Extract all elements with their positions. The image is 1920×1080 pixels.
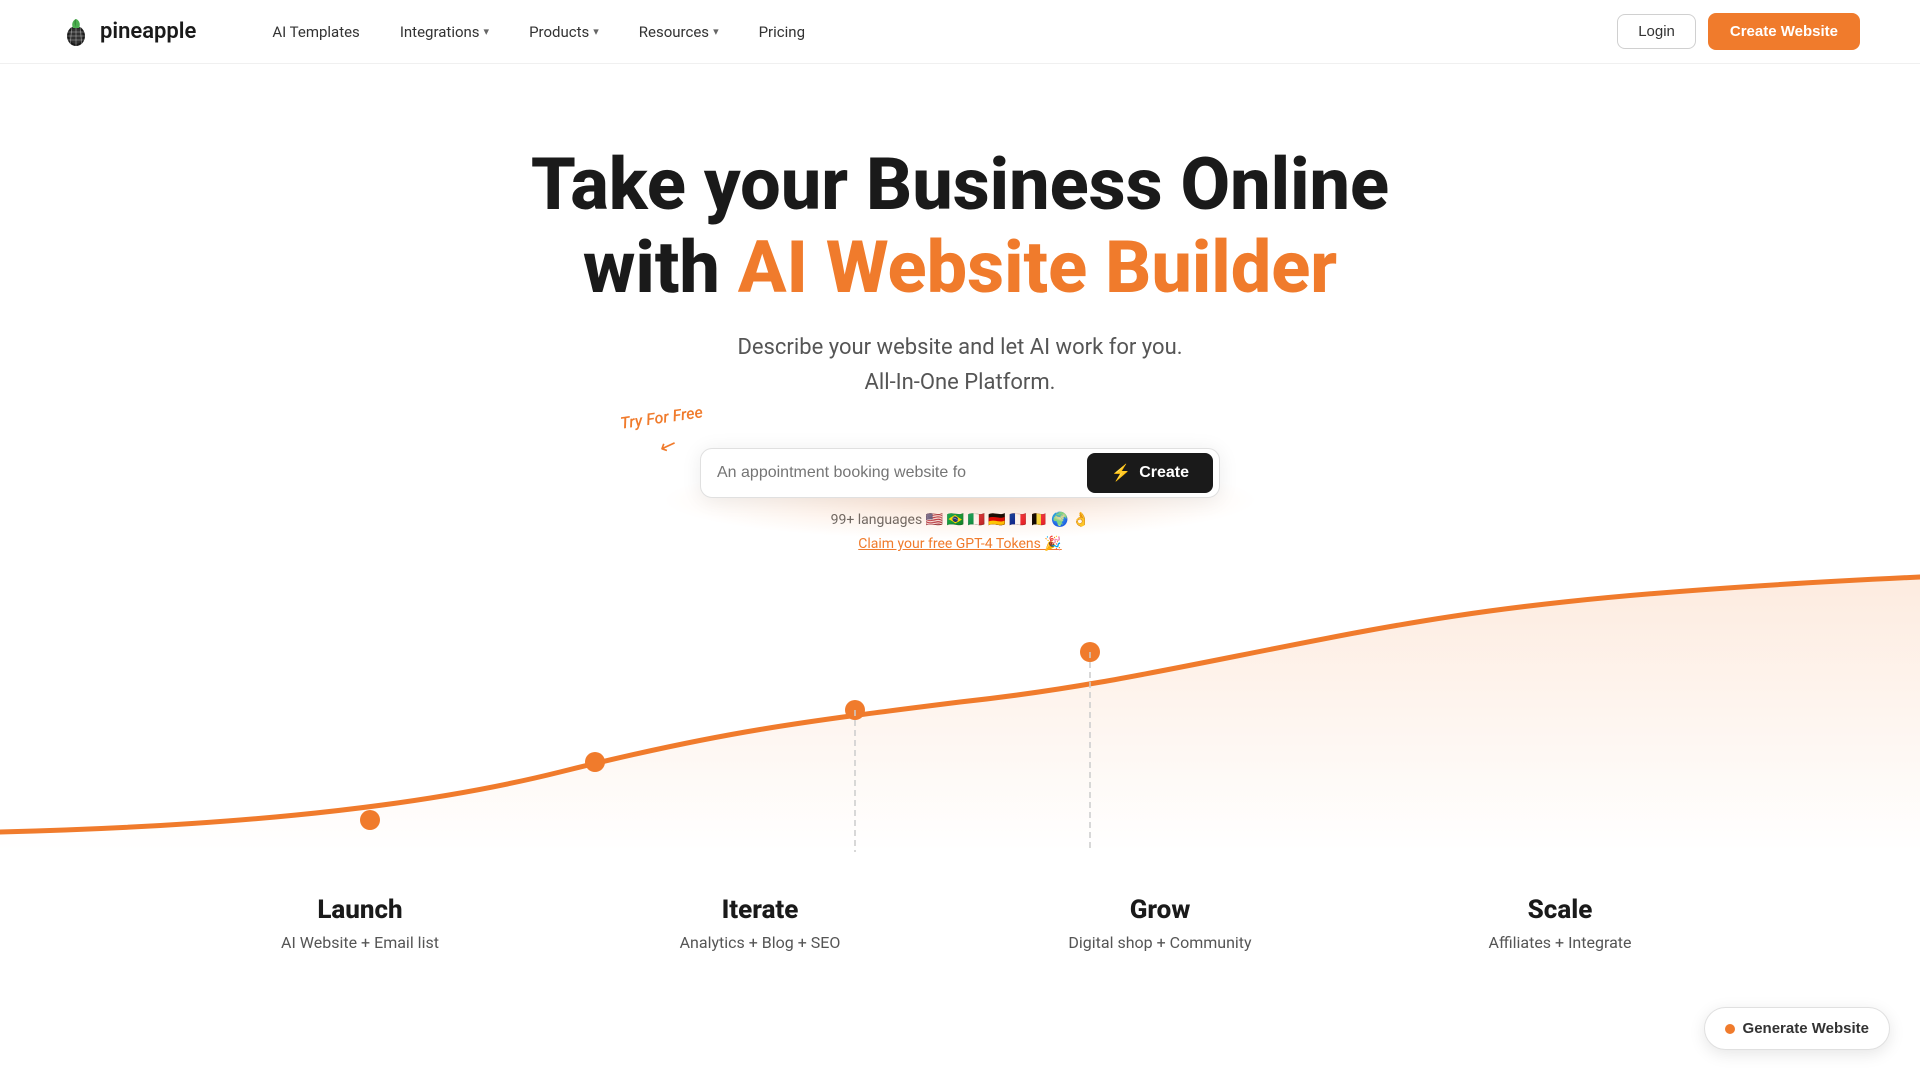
stage-launch-desc: AI Website + Email list [281,933,439,952]
nav-item-resources[interactable]: Resources ▾ [623,15,735,49]
stages-row: Launch AI Website + Email list Iterate A… [0,895,1920,952]
stage-iterate-desc: Analytics + Blog + SEO [680,933,841,952]
hero-title: Take your Business Online with AI Websit… [531,144,1389,310]
lightning-icon: ⚡ [1111,463,1131,483]
orange-dot-icon [1725,1024,1735,1034]
create-website-button[interactable]: Create Website [1708,13,1860,50]
stage-launch-title: Launch [317,895,402,925]
generate-website-floating-button[interactable]: Generate Website [1704,1007,1890,1050]
stage-scale-title: Scale [1528,895,1593,925]
nav-item-pricing[interactable]: Pricing [743,15,821,49]
stage-launch: Launch AI Website + Email list [160,895,560,952]
logo[interactable]: pineapple [60,16,196,48]
website-description-input[interactable] [717,454,1087,492]
iterate-dot [585,752,605,772]
hero-subtitle: Describe your website and let AI work fo… [737,330,1182,400]
growth-curve [0,572,1920,852]
nav-item-integrations[interactable]: Integrations ▾ [384,15,505,49]
stage-iterate: Iterate Analytics + Blog + SEO [560,895,960,952]
stage-grow-title: Grow [1130,895,1191,925]
nav-item-ai-templates[interactable]: AI Templates [256,15,375,49]
try-for-free-label: Try For Free [619,402,704,432]
search-box: ⚡ Create [700,448,1220,498]
chevron-down-icon: ▾ [484,25,490,38]
chevron-down-icon: ▾ [593,25,599,38]
curve-section: Launch AI Website + Email list Iterate A… [0,572,1920,952]
nav-item-products[interactable]: Products ▾ [513,15,615,49]
chevron-down-icon: ▾ [713,25,719,38]
nav-links: AI Templates Integrations ▾ Products ▾ R… [256,15,1617,49]
stage-scale-desc: Affiliates + Integrate [1489,933,1632,952]
search-container: Try For Free ↙ ⚡ Create 99+ languages 🇺🇸… [700,448,1220,552]
stage-grow: Grow Digital shop + Community [960,895,1360,952]
stage-scale: Scale Affiliates + Integrate [1360,895,1760,952]
stage-grow-desc: Digital shop + Community [1068,933,1251,952]
nav-actions: Login Create Website [1617,13,1860,50]
login-button[interactable]: Login [1617,14,1696,49]
stage-iterate-title: Iterate [722,895,799,925]
try-arrow-icon: ↙ [656,431,680,459]
logo-text: pineapple [100,19,196,44]
create-button[interactable]: ⚡ Create [1087,453,1213,493]
navbar: pineapple AI Templates Integrations ▾ Pr… [0,0,1920,64]
hero-section: Take your Business Online with AI Websit… [0,64,1920,552]
languages-row: 99+ languages 🇺🇸 🇧🇷 🇮🇹 🇩🇪 🇫🇷 🇧🇪 🌍 👌 [831,512,1090,528]
claim-gpt4-link[interactable]: Claim your free GPT-4 Tokens 🎉 [858,536,1062,552]
launch-dot [360,810,380,830]
